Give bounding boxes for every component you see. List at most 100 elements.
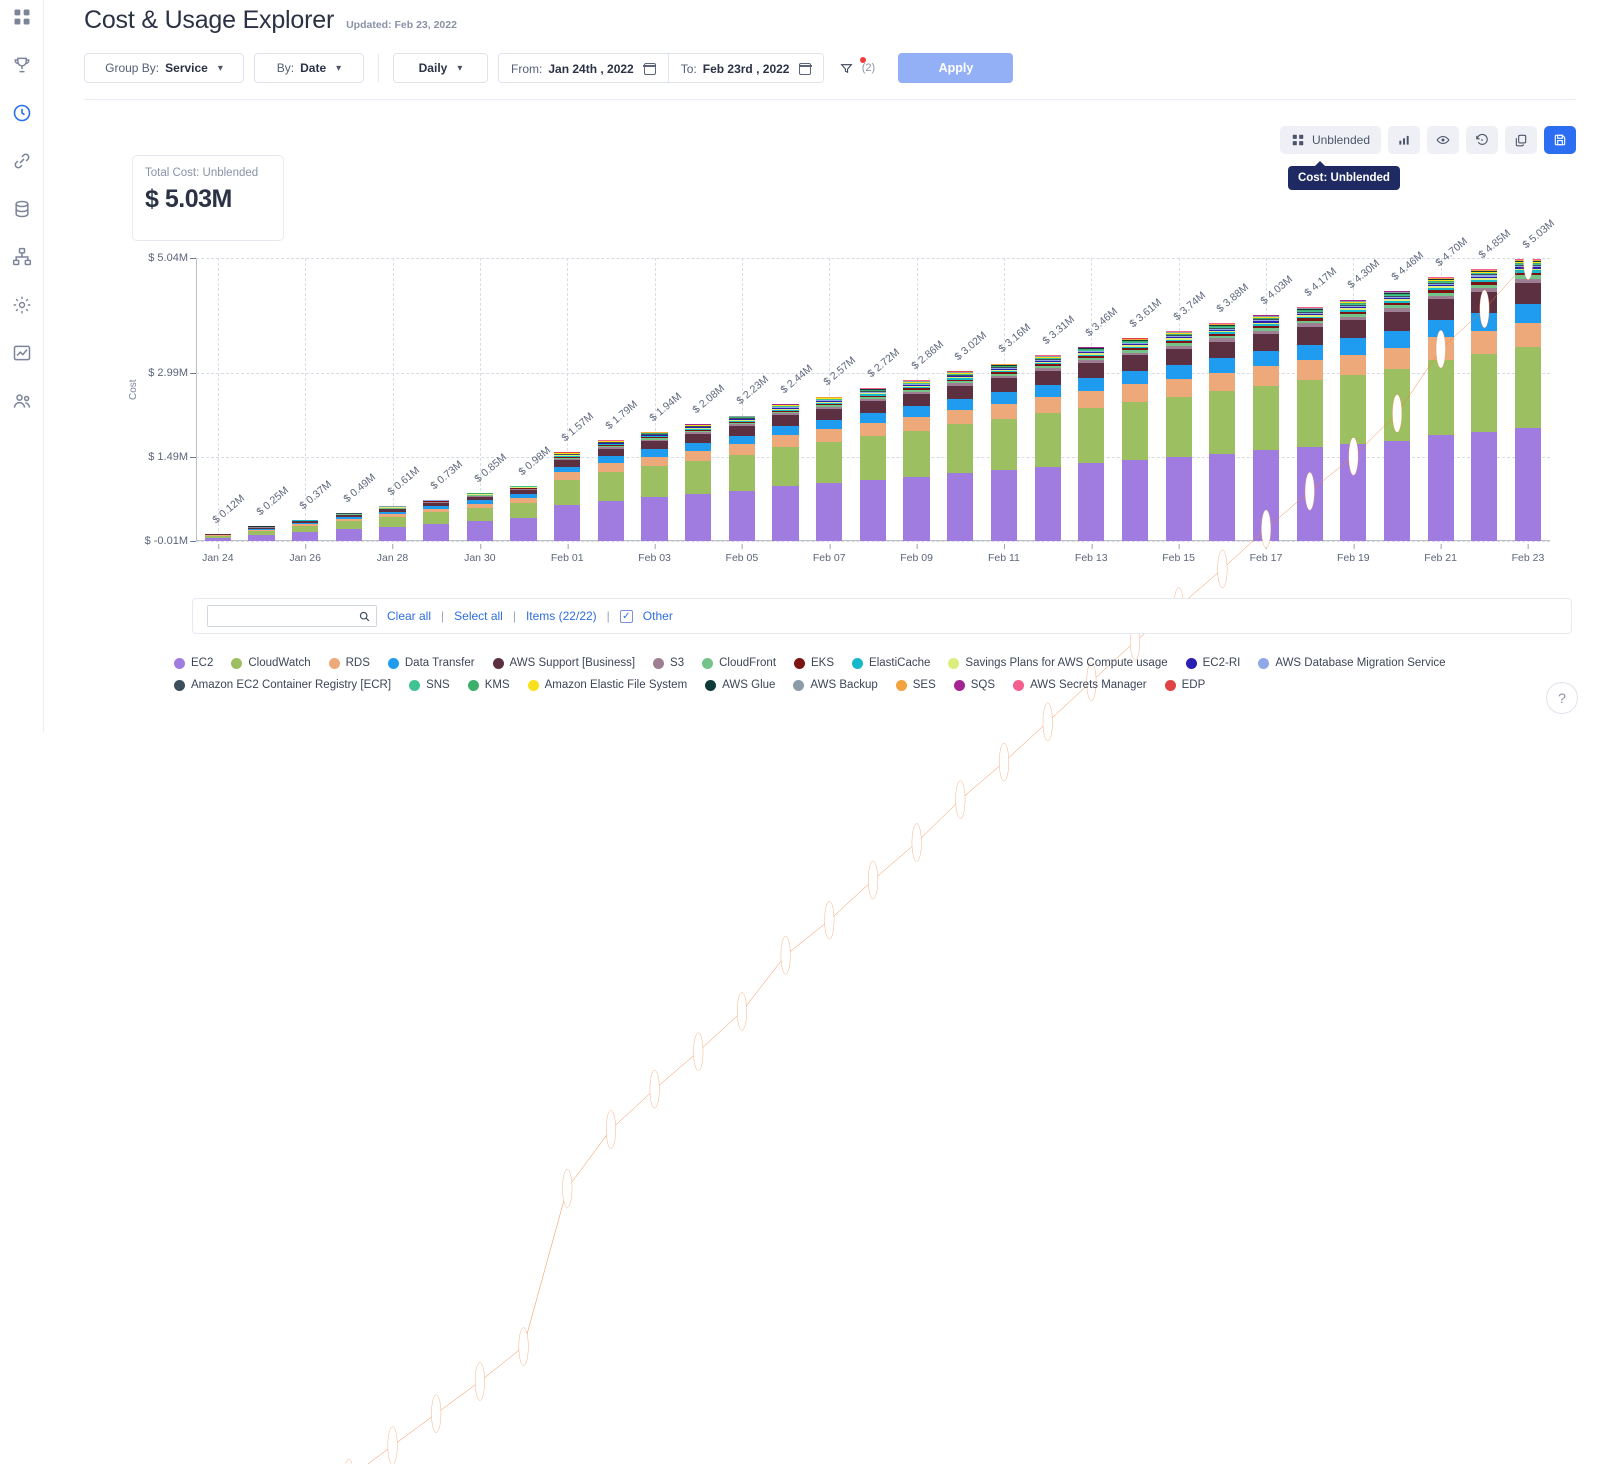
bar-chart-button[interactable]	[1388, 126, 1420, 154]
stacked-bar[interactable]	[1253, 315, 1279, 541]
legend-item[interactable]: SNS	[409, 679, 450, 691]
bar-slot[interactable]: $ 2.57MFeb 07	[807, 258, 851, 541]
sitemap-icon[interactable]	[11, 246, 33, 268]
bar-slot[interactable]: $ 3.02M	[938, 258, 982, 541]
cost-type-button[interactable]: Unblended Cost: Unblended	[1280, 126, 1381, 154]
bar-slot[interactable]: $ 4.85M	[1462, 258, 1506, 541]
bar-slot[interactable]: $ 4.17M	[1288, 258, 1332, 541]
granularity-dropdown[interactable]: Daily ▾	[393, 53, 488, 83]
stacked-bar[interactable]	[1384, 291, 1410, 541]
other-checkbox[interactable]: ✓	[620, 610, 633, 623]
bar-slot[interactable]: $ 1.94MFeb 03	[633, 258, 677, 541]
legend-item[interactable]: EDP	[1165, 679, 1206, 691]
stacked-bar[interactable]	[991, 363, 1017, 541]
bar-slot[interactable]: $ 5.03MFeb 23	[1506, 258, 1550, 541]
stacked-bar[interactable]	[423, 500, 449, 541]
grid-icon[interactable]	[11, 6, 33, 28]
stacked-bar[interactable]	[1297, 307, 1323, 541]
bar-slot[interactable]: $ 4.70MFeb 21	[1419, 258, 1463, 541]
legend-item[interactable]: RDS	[329, 657, 370, 669]
stacked-bar[interactable]	[1209, 323, 1235, 541]
trophy-icon[interactable]	[11, 54, 33, 76]
stacked-bar[interactable]	[1340, 299, 1366, 541]
from-date-field[interactable]: From: Jan 24th , 2022	[499, 54, 668, 83]
bar-slot[interactable]: $ 3.61M	[1113, 258, 1157, 541]
bar-slot[interactable]: $ 3.46MFeb 13	[1069, 258, 1113, 541]
legend-item[interactable]: ElastiCache	[852, 657, 930, 669]
stacked-bar[interactable]	[1166, 331, 1192, 541]
stacked-bar[interactable]	[598, 440, 624, 541]
bar-slot[interactable]: $ 2.44M	[764, 258, 808, 541]
apply-button[interactable]: Apply	[898, 53, 1013, 83]
bar-slot[interactable]: $ 2.86MFeb 09	[895, 258, 939, 541]
legend-item[interactable]: Amazon Elastic File System	[528, 679, 688, 691]
filter-button[interactable]: (2)	[834, 53, 880, 83]
stacked-bar[interactable]	[510, 486, 536, 541]
legend-item[interactable]: AWS Support [Business]	[493, 657, 636, 669]
bar-slot[interactable]: $ 0.12MJan 24	[196, 258, 240, 541]
bar-slot[interactable]: $ 0.98M	[502, 258, 546, 541]
bar-slot[interactable]: $ 3.74MFeb 15	[1157, 258, 1201, 541]
bar-slot[interactable]: $ 2.23MFeb 05	[720, 258, 764, 541]
legend-item[interactable]: EC2	[174, 657, 213, 669]
legend-item[interactable]: EKS	[794, 657, 834, 669]
stacked-bar[interactable]	[379, 506, 405, 541]
stacked-bar[interactable]	[685, 424, 711, 541]
help-button[interactable]: ?	[1546, 682, 1578, 714]
bar-slot[interactable]: $ 4.30MFeb 19	[1331, 258, 1375, 541]
bar-slot[interactable]: $ 1.57MFeb 01	[545, 258, 589, 541]
stacked-bar[interactable]	[729, 415, 755, 541]
stacked-bar[interactable]	[248, 526, 274, 541]
analytics-icon[interactable]	[11, 342, 33, 364]
legend-item[interactable]: AWS Backup	[793, 679, 877, 691]
database-icon[interactable]	[11, 198, 33, 220]
bar-slot[interactable]: $ 2.08M	[676, 258, 720, 541]
bar-slot[interactable]: $ 2.72M	[851, 258, 895, 541]
bar-slot[interactable]: $ 0.61MJan 28	[371, 258, 415, 541]
stacked-bar[interactable]	[772, 404, 798, 541]
stacked-bar[interactable]	[336, 513, 362, 541]
legend-item[interactable]: S3	[653, 657, 684, 669]
by-dropdown[interactable]: By: Date ▾	[254, 53, 364, 83]
bar-slot[interactable]: $ 3.16MFeb 11	[982, 258, 1026, 541]
legend-item[interactable]: Data Transfer	[388, 657, 475, 669]
link-icon[interactable]	[11, 150, 33, 172]
stacked-bar[interactable]	[1428, 277, 1454, 541]
other-label[interactable]: Other	[643, 609, 673, 623]
items-count[interactable]: Items (22/22)	[526, 609, 597, 623]
legend-item[interactable]: CloudWatch	[231, 657, 310, 669]
copy-button[interactable]	[1505, 126, 1537, 154]
legend-item[interactable]: Amazon EC2 Container Registry [ECR]	[174, 679, 391, 691]
bar-slot[interactable]: $ 0.85MJan 30	[458, 258, 502, 541]
to-date-field[interactable]: To: Feb 23rd , 2022	[669, 54, 824, 83]
stacked-bar[interactable]	[860, 388, 886, 541]
legend-item[interactable]: SES	[896, 679, 936, 691]
bar-slot[interactable]: $ 0.49M	[327, 258, 371, 541]
stacked-bar[interactable]	[205, 534, 231, 541]
bar-slot[interactable]: $ 4.03MFeb 17	[1244, 258, 1288, 541]
legend-item[interactable]: CloudFront	[702, 657, 776, 669]
legend-item[interactable]: SQS	[954, 679, 995, 691]
legend-item[interactable]: KMS	[468, 679, 510, 691]
legend-item[interactable]: AWS Glue	[705, 679, 775, 691]
stacked-bar[interactable]	[554, 452, 580, 541]
bar-slot[interactable]: $ 0.37MJan 26	[283, 258, 327, 541]
legend-item[interactable]: Savings Plans for AWS Compute usage	[948, 657, 1167, 669]
bar-slot[interactable]: $ 1.79M	[589, 258, 633, 541]
legend-item[interactable]: AWS Secrets Manager	[1013, 679, 1147, 691]
stacked-bar[interactable]	[816, 396, 842, 541]
search-input[interactable]	[208, 606, 376, 626]
stacked-bar[interactable]	[1035, 355, 1061, 541]
history-button[interactable]	[1466, 126, 1498, 154]
save-button[interactable]	[1544, 126, 1576, 154]
stacked-bar[interactable]	[1515, 259, 1541, 541]
stacked-bar[interactable]	[1078, 347, 1104, 541]
group-by-dropdown[interactable]: Group By: Service ▾	[84, 53, 244, 83]
bar-slot[interactable]: $ 3.31M	[1026, 258, 1070, 541]
stacked-bar[interactable]	[947, 371, 973, 541]
users-icon[interactable]	[11, 390, 33, 412]
stacked-bar[interactable]	[467, 493, 493, 541]
legend-item[interactable]: AWS Database Migration Service	[1258, 657, 1445, 669]
select-all-link[interactable]: Select all	[454, 609, 503, 623]
stacked-bar[interactable]	[1471, 269, 1497, 541]
